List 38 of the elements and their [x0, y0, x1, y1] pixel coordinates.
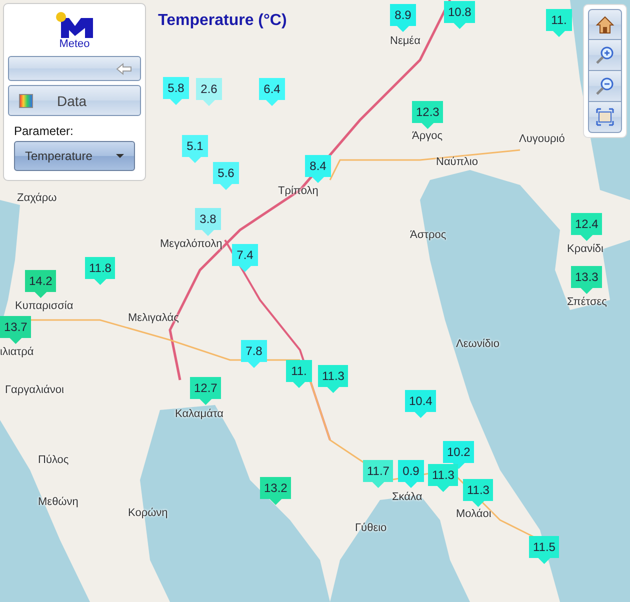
collapse-button[interactable] — [8, 56, 141, 81]
place-label: Ναύπλιο — [436, 156, 478, 168]
place-label: Σπέτσες — [567, 296, 607, 308]
data-button[interactable]: Data — [8, 85, 141, 116]
caret-icon — [116, 154, 124, 158]
place-label: Λυγουριό — [519, 133, 565, 145]
zoom-out-button[interactable] — [588, 71, 622, 102]
place-label: Γύθειο — [355, 522, 387, 534]
place-label: Μεθώνη — [38, 496, 78, 508]
place-label: Άργος — [412, 130, 443, 142]
full-extent-button[interactable] — [588, 102, 622, 133]
full-extent-icon — [595, 107, 615, 127]
parameter-label: Parameter: — [14, 124, 74, 138]
place-label: Μολάοι — [456, 508, 492, 520]
place-label: Γαργαλιάνοι — [5, 384, 64, 396]
place-label: Μεγαλόπολη — [160, 238, 222, 250]
place-label: ιλιατρά — [0, 346, 34, 358]
place-label: Σκάλα — [392, 491, 422, 503]
arrow-left-icon — [116, 62, 132, 74]
place-label: Λεωνίδιο — [456, 338, 500, 350]
logo-icon — [54, 12, 94, 38]
zoom-out-icon — [595, 76, 615, 96]
place-label: Νεμέα — [390, 35, 420, 47]
map-title: Temperature (°C) — [158, 12, 287, 30]
place-label: Κυπαρισσία — [15, 300, 74, 312]
place-label: Άστρος — [410, 229, 446, 241]
place-label: Καλαμάτα — [175, 408, 224, 420]
place-label: Πύλος — [38, 454, 69, 466]
house-icon — [595, 14, 615, 34]
place-label: Κρανίδι — [567, 243, 604, 255]
color-palette-icon — [19, 94, 33, 108]
logo-text: Meteo — [59, 38, 90, 50]
zoom-in-button[interactable] — [588, 40, 622, 71]
place-label: Κορώνη — [128, 507, 168, 519]
parameter-select[interactable]: Temperature — [14, 141, 135, 171]
place-label: Ζαχάρω — [17, 192, 57, 204]
home-button[interactable] — [588, 9, 622, 40]
zoom-in-icon — [595, 45, 615, 65]
